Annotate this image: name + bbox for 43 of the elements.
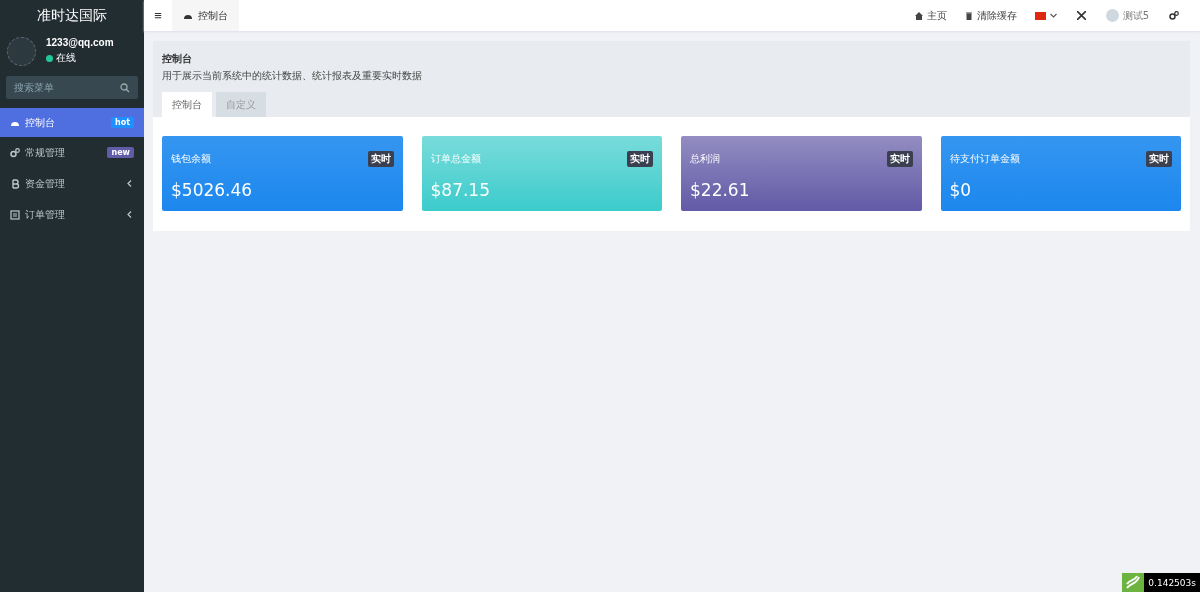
realtime-badge: 实时: [886, 151, 913, 167]
caret-down-icon: [1049, 13, 1057, 18]
page-tab[interactable]: 控制台: [172, 0, 239, 31]
search-icon: [120, 83, 130, 93]
sidebar-item[interactable]: 订单管理: [0, 199, 144, 230]
card-value: $87.15: [430, 180, 491, 200]
header-link[interactable]: 清除缓存: [955, 0, 1026, 31]
tab[interactable]: 控制台: [162, 92, 212, 117]
avatar-icon: [7, 37, 36, 66]
card-value: $0: [949, 180, 973, 200]
list-icon: [10, 209, 20, 220]
user-email: 1233@qq.com: [46, 37, 114, 48]
card-title: 待支付订单金额: [949, 152, 1020, 166]
card-value: $5026.46: [171, 180, 254, 200]
card-title: 钱包余额: [171, 152, 211, 166]
realtime-badge: 实时: [1146, 151, 1172, 167]
user-status: 在线: [46, 51, 114, 65]
flag-icon: [1034, 11, 1046, 20]
card-title: 订单总金额: [430, 152, 481, 166]
sidebar-item[interactable]: 常规管理 new: [0, 137, 144, 168]
search-field[interactable]: 搜索菜单: [6, 76, 138, 99]
trash-icon: [964, 11, 973, 20]
panel-description: 用于展示当前系统中的统计数据、统计报表及重要实时数据: [162, 69, 423, 83]
sidebar-item[interactable]: 控制台 hot: [0, 108, 144, 137]
panel-title: 控制台: [162, 52, 193, 66]
menu-badge: new: [107, 147, 134, 158]
avatar-icon: [1105, 9, 1119, 22]
realtime-badge: 实时: [627, 151, 653, 167]
home-icon: [914, 11, 923, 20]
sidebar-item[interactable]: 资金管理: [0, 168, 144, 199]
gears-icon[interactable]: [1169, 11, 1179, 20]
app-logo: 准时达国际: [36, 6, 108, 25]
menu-button[interactable]: ≡: [144, 0, 172, 31]
user-menu[interactable]: 测试5: [1096, 0, 1158, 31]
load-time: 0.142503s: [1147, 577, 1197, 588]
menu-badge: hot: [111, 117, 134, 128]
realtime-badge: 实时: [367, 151, 394, 167]
card-title: 总利润: [690, 152, 720, 166]
card-value: $22.61: [690, 180, 751, 200]
header-link[interactable]: 主页: [905, 0, 956, 31]
bitcoin-icon: [10, 178, 20, 189]
gears-icon: [10, 147, 20, 158]
leaf-icon[interactable]: [1122, 573, 1145, 592]
